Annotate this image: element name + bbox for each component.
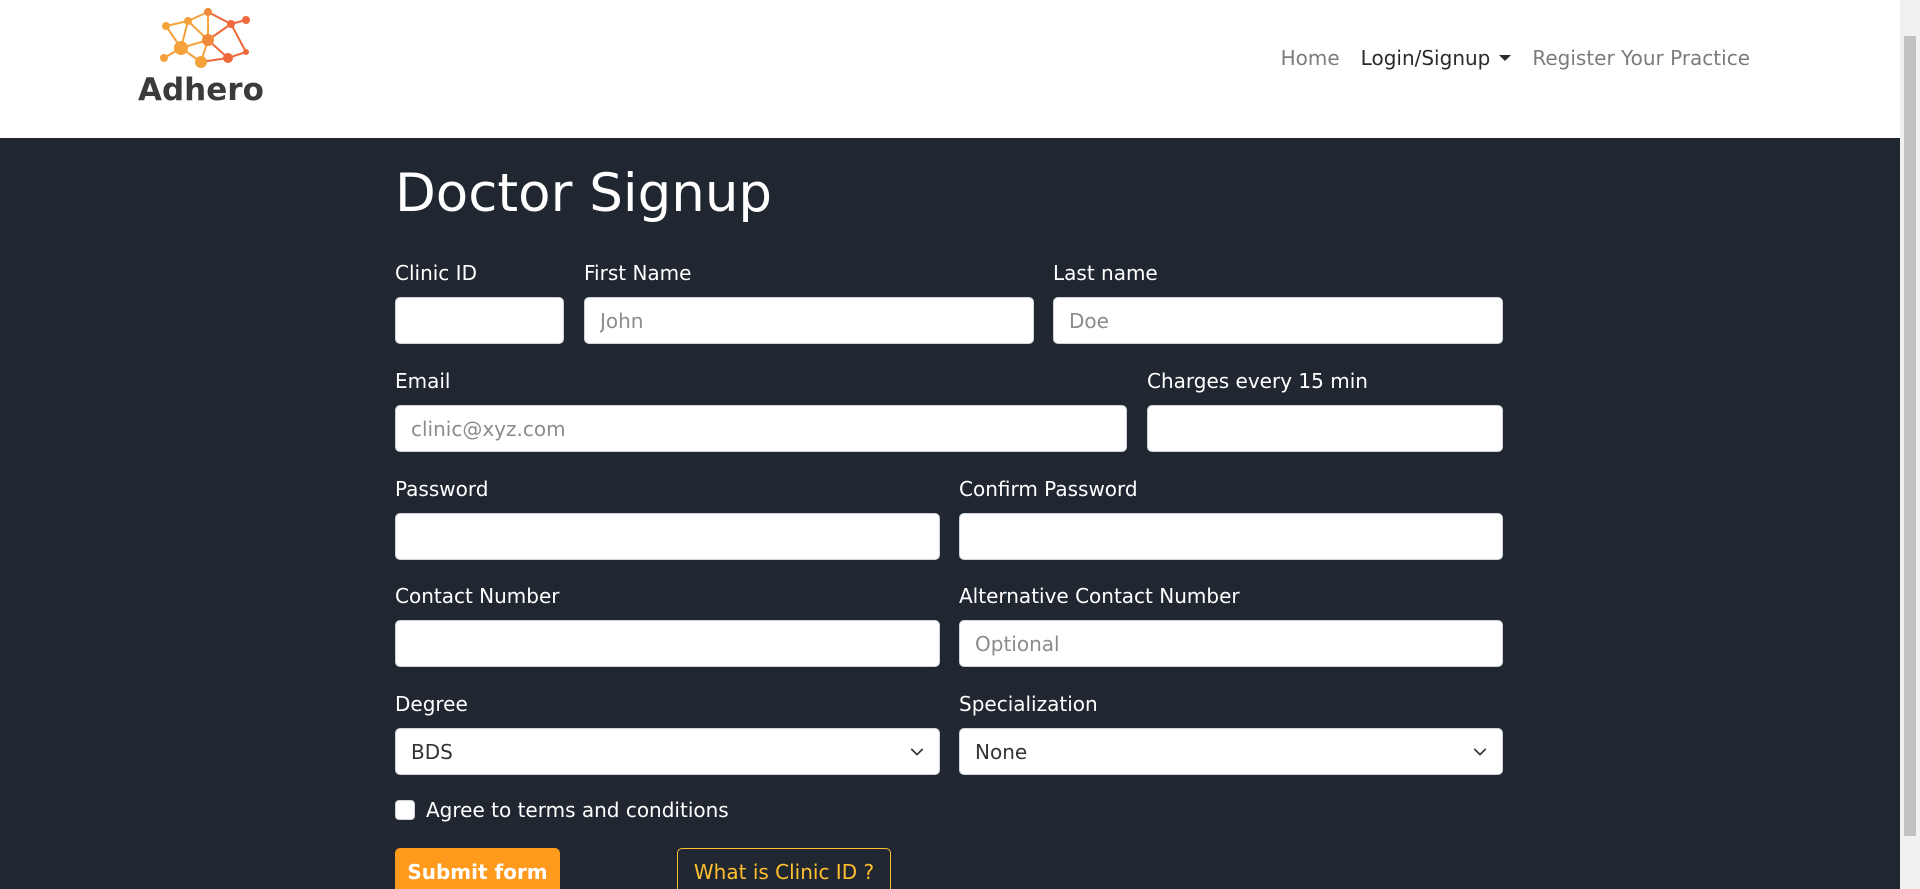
chevron-down-icon bbox=[1473, 748, 1487, 755]
top-navbar: Adhero Home Login/Signup Register Your P… bbox=[0, 0, 1900, 138]
contact-number-label: Contact Number bbox=[395, 584, 560, 608]
specialization-select[interactable]: None bbox=[959, 728, 1503, 775]
network-logo-icon bbox=[160, 8, 250, 68]
brand-logo[interactable]: Adhero bbox=[138, 6, 268, 108]
alt-contact-number-label: Alternative Contact Number bbox=[959, 584, 1240, 608]
nav-home-link[interactable]: Home bbox=[1281, 46, 1340, 70]
brand-name: Adhero bbox=[138, 72, 264, 108]
terms-checkbox[interactable] bbox=[395, 800, 415, 820]
chevron-down-icon bbox=[910, 748, 924, 755]
terms-label[interactable]: Agree to terms and conditions bbox=[426, 798, 729, 822]
confirm-password-input[interactable] bbox=[959, 513, 1503, 560]
charges-label: Charges every 15 min bbox=[1147, 369, 1368, 393]
clinic-id-label: Clinic ID bbox=[395, 261, 477, 285]
email-input[interactable] bbox=[395, 405, 1127, 452]
degree-label: Degree bbox=[395, 692, 468, 716]
charges-input[interactable] bbox=[1147, 405, 1503, 452]
degree-selected-value: BDS bbox=[411, 739, 453, 764]
alt-contact-number-input[interactable] bbox=[959, 620, 1503, 667]
page-title: Doctor Signup bbox=[395, 163, 773, 224]
nav-register-link[interactable]: Register Your Practice bbox=[1532, 46, 1750, 70]
degree-select[interactable]: BDS bbox=[395, 728, 940, 775]
scrollbar-thumb[interactable] bbox=[1904, 36, 1916, 836]
confirm-password-label: Confirm Password bbox=[959, 477, 1138, 501]
clinic-id-input[interactable] bbox=[395, 297, 564, 344]
what-is-clinic-id-button[interactable]: What is Clinic ID ? bbox=[677, 848, 891, 889]
email-label: Email bbox=[395, 369, 451, 393]
page-scrollbar[interactable] bbox=[1900, 0, 1920, 889]
first-name-label: First Name bbox=[584, 261, 692, 285]
terms-row: Agree to terms and conditions bbox=[395, 798, 729, 822]
first-name-input[interactable] bbox=[584, 297, 1034, 344]
submit-form-button[interactable]: Submit form bbox=[395, 848, 560, 889]
specialization-label: Specialization bbox=[959, 692, 1098, 716]
specialization-selected-value: None bbox=[975, 739, 1028, 764]
password-label: Password bbox=[395, 477, 489, 501]
nav-login-signup-label: Login/Signup bbox=[1360, 46, 1491, 70]
last-name-label: Last name bbox=[1053, 261, 1158, 285]
caret-down-icon bbox=[1499, 55, 1512, 61]
nav-links: Home Login/Signup Register Your Practice bbox=[1260, 46, 1750, 70]
password-input[interactable] bbox=[395, 513, 940, 560]
nav-login-signup-dropdown[interactable]: Login/Signup bbox=[1361, 46, 1512, 70]
contact-number-input[interactable] bbox=[395, 620, 940, 667]
last-name-input[interactable] bbox=[1053, 297, 1503, 344]
